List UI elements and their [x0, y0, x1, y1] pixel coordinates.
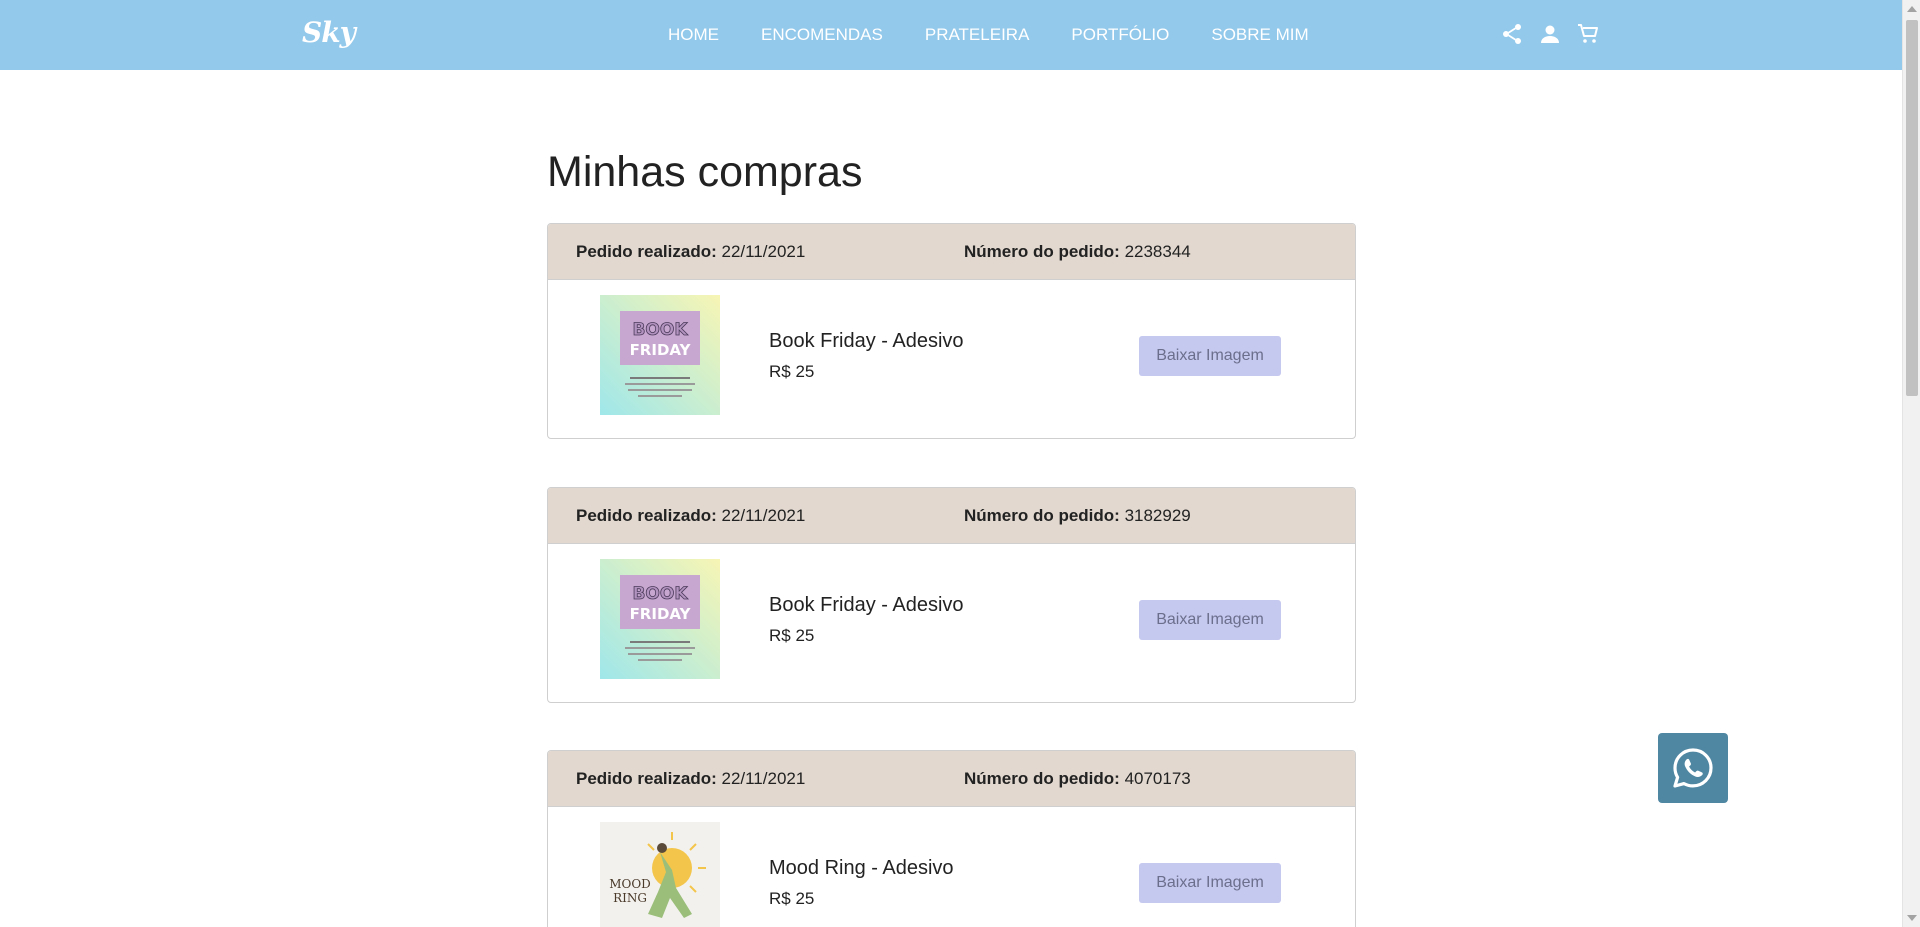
top-navigation-bar: Sky HOME ENCOMENDAS PRATELEIRA PORTFÓLIO…: [0, 0, 1902, 70]
scroll-down-arrow-icon[interactable]: [1907, 915, 1917, 921]
order-body: BOOK FRIDAY Book Friday - Adesivo R$ 25 …: [548, 544, 1355, 702]
scroll-thumb[interactable]: [1906, 20, 1918, 396]
download-image-button[interactable]: Baixar Imagem: [1139, 863, 1281, 903]
order-number-value: 4070173: [1124, 769, 1191, 788]
order-date-label: Pedido realizado:: [576, 242, 717, 261]
cart-icon[interactable]: [1576, 22, 1600, 46]
product-price: R$ 25: [769, 362, 815, 381]
nav-encomendas[interactable]: ENCOMENDAS: [761, 25, 883, 45]
product-name: Book Friday - Adesivo: [769, 330, 964, 352]
nav-sobre-mim[interactable]: SOBRE MIM: [1211, 25, 1308, 45]
whatsapp-icon: [1673, 748, 1713, 788]
nav-home[interactable]: HOME: [668, 25, 719, 45]
svg-text:BOOK: BOOK: [632, 584, 688, 604]
order-date-value: 22/11/2021: [721, 769, 806, 788]
product-thumbnail: MOOD RING: [600, 822, 720, 927]
order-date-value: 22/11/2021: [721, 506, 806, 525]
order-header: Pedido realizado: 22/11/2021 Número do p…: [548, 751, 1355, 807]
product-price: R$ 25: [769, 626, 815, 645]
page-title: Minhas compras: [547, 148, 863, 196]
svg-text:RING: RING: [613, 891, 647, 905]
order-date-label: Pedido realizado:: [576, 769, 717, 788]
order-number: Número do pedido: 3182929: [964, 506, 1191, 526]
order-date-label: Pedido realizado:: [576, 506, 717, 525]
svg-text:BOOK: BOOK: [632, 320, 688, 340]
order-date: Pedido realizado: 22/11/2021: [576, 769, 805, 789]
order-body: MOOD RING Mood Ring - Adesivo R$ 25 Baix…: [548, 807, 1355, 927]
order-date-value: 22/11/2021: [721, 242, 806, 261]
page-scrollbar[interactable]: [1902, 0, 1920, 927]
product-thumbnail: BOOK FRIDAY: [600, 295, 720, 415]
order-card: Pedido realizado: 22/11/2021 Número do p…: [547, 750, 1356, 927]
share-icon[interactable]: [1500, 22, 1524, 46]
order-number: Número do pedido: 4070173: [964, 769, 1191, 789]
order-number-value: 3182929: [1124, 506, 1191, 525]
product-name: Book Friday - Adesivo: [769, 594, 964, 616]
order-number-label: Número do pedido:: [964, 242, 1120, 261]
order-number: Número do pedido: 2238344: [964, 242, 1191, 262]
scroll-up-arrow-icon[interactable]: [1907, 6, 1917, 12]
order-header: Pedido realizado: 22/11/2021 Número do p…: [548, 488, 1355, 544]
order-header: Pedido realizado: 22/11/2021 Número do p…: [548, 224, 1355, 280]
order-number-value: 2238344: [1124, 242, 1191, 261]
svg-text:MOOD: MOOD: [609, 877, 651, 891]
site-logo[interactable]: Sky: [302, 16, 356, 49]
main-nav: HOME ENCOMENDAS PRATELEIRA PORTFÓLIO SOB…: [668, 0, 1309, 70]
product-price: R$ 25: [769, 889, 815, 908]
download-image-button[interactable]: Baixar Imagem: [1139, 600, 1281, 640]
svg-text:FRIDAY: FRIDAY: [630, 605, 692, 623]
nav-portfolio[interactable]: PORTFÓLIO: [1071, 25, 1169, 45]
user-icon[interactable]: [1538, 22, 1562, 46]
order-card: Pedido realizado: 22/11/2021 Número do p…: [547, 223, 1356, 439]
header-actions: [1500, 22, 1600, 46]
svg-text:FRIDAY: FRIDAY: [630, 341, 692, 359]
order-date: Pedido realizado: 22/11/2021: [576, 242, 805, 262]
order-body: BOOK FRIDAY Book Friday - Adesivo R$ 25 …: [548, 280, 1355, 438]
order-card: Pedido realizado: 22/11/2021 Número do p…: [547, 487, 1356, 703]
whatsapp-button[interactable]: [1658, 733, 1728, 803]
nav-prateleira[interactable]: PRATELEIRA: [925, 25, 1030, 45]
order-number-label: Número do pedido:: [964, 506, 1120, 525]
product-thumbnail: BOOK FRIDAY: [600, 559, 720, 679]
order-number-label: Número do pedido:: [964, 769, 1120, 788]
product-name: Mood Ring - Adesivo: [769, 857, 954, 879]
download-image-button[interactable]: Baixar Imagem: [1139, 336, 1281, 376]
order-date: Pedido realizado: 22/11/2021: [576, 506, 805, 526]
